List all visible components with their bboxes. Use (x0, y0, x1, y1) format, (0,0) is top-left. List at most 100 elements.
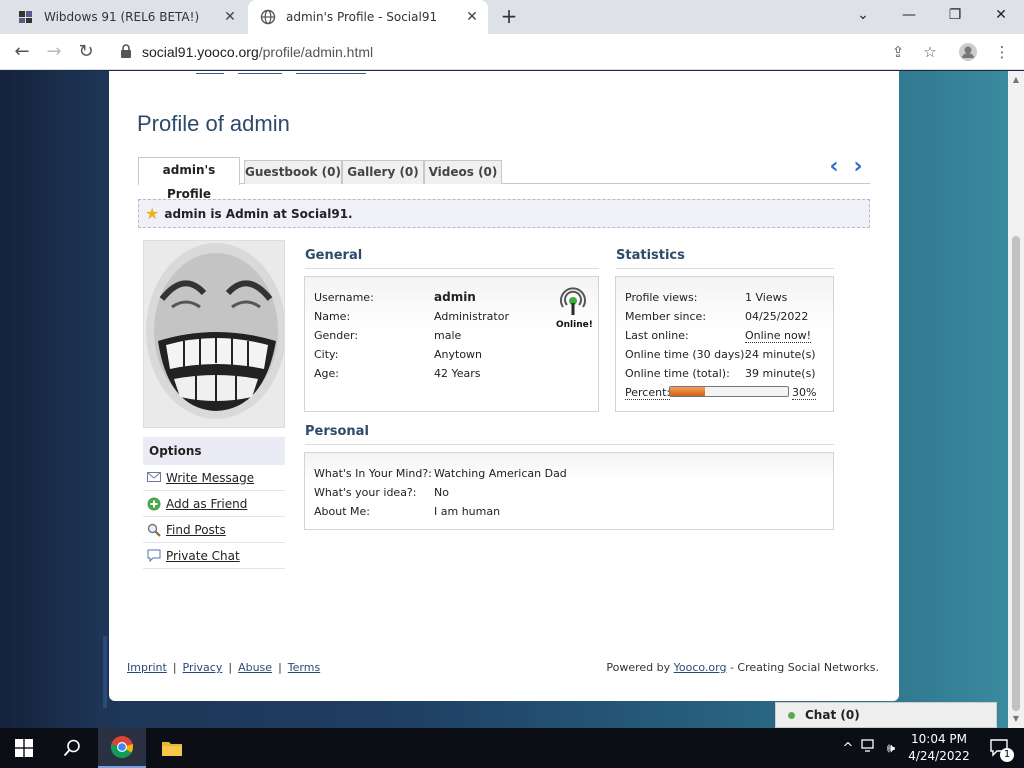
page-edge-decoration (103, 636, 107, 708)
add-friend-icon (147, 497, 161, 511)
start-button[interactable] (0, 728, 48, 768)
taskbar-clock[interactable]: 10:04 PM 4/24/2022 (906, 731, 972, 765)
statistics-title: Statistics (616, 248, 834, 269)
clock-time: 10:04 PM (911, 732, 967, 746)
previous-profile-arrow-icon[interactable]: ‹ (822, 156, 846, 179)
scroll-up-icon[interactable]: ▲ (1008, 73, 1024, 87)
close-window-button[interactable]: ✕ (978, 0, 1024, 30)
reload-button[interactable]: ↻ (74, 40, 98, 64)
lock-icon (120, 43, 134, 61)
tab-guestbook[interactable]: Guestbook (0) (244, 160, 342, 184)
tab-videos[interactable]: Videos (0) (424, 160, 502, 184)
scroll-down-icon[interactable]: ▼ (1008, 712, 1024, 726)
share-icon[interactable]: ⇪ (888, 42, 908, 62)
stats-key-views: Profile views: (625, 291, 698, 304)
personal-key-idea: What's your idea?: (314, 486, 417, 499)
notification-count-badge: 1 (1000, 748, 1014, 762)
online-label: Online! (556, 320, 593, 330)
stats-value-views: 1 Views (745, 291, 788, 304)
chat-bar[interactable]: Chat (0) (775, 702, 997, 728)
personal-box: What's In Your Mind?: Watching American … (304, 452, 834, 530)
online-signal-icon (560, 287, 586, 315)
more-menu-icon[interactable]: ⋮ (992, 42, 1012, 62)
page-scrollbar[interactable]: ▲ ▼ (1008, 71, 1024, 728)
windows-logo-icon (15, 739, 33, 757)
chrome-icon (110, 736, 133, 758)
profile-avatar-icon[interactable] (958, 42, 978, 62)
personal-key-about: About Me: (314, 505, 370, 518)
url-text: social91.yooco.org/profile/admin.html (142, 44, 374, 60)
tray-chevron-up-icon[interactable]: ^ (838, 741, 858, 756)
personal-title: Personal (305, 424, 834, 445)
browser-tab-bar: Wibdows 91 (REL6 BETA!) ✕ admin's Profil… (0, 0, 1024, 34)
magnifier-icon (147, 523, 161, 537)
online-status-badge: Online! (556, 287, 593, 330)
back-button[interactable]: ← (10, 40, 34, 64)
url-field[interactable]: social91.yooco.org/profile/admin.html (108, 38, 918, 66)
stats-percent-label: Percent: (625, 386, 671, 400)
envelope-icon (147, 471, 161, 485)
folder-icon (162, 742, 182, 756)
percent-progress-fill (670, 387, 706, 396)
tab-title: Wibdows 91 (REL6 BETA!) (44, 10, 200, 24)
search-button[interactable] (48, 728, 96, 768)
footer-link-abuse[interactable]: Abuse (238, 661, 272, 674)
tab-gallery[interactable]: Gallery (0) (342, 160, 424, 184)
chat-label: Chat (0) (805, 708, 860, 722)
notice-text: admin is Admin at Social91. (164, 206, 353, 221)
private-chat-option[interactable]: Private Chat (143, 543, 285, 569)
stats-key-online-total: Online time (total): (625, 367, 730, 380)
general-box: Username: admin Name: Administrator Gend… (304, 276, 599, 412)
footer-link-imprint[interactable]: Imprint (127, 661, 167, 674)
page-title: Profile of admin (137, 111, 290, 136)
wibdows-favicon-icon (18, 9, 34, 25)
general-value-city: Anytown (434, 348, 483, 361)
write-message-link[interactable]: Write Message (166, 471, 254, 485)
browser-tab-profile[interactable]: admin's Profile - Social91 ✕ (248, 0, 488, 34)
close-icon[interactable]: ✕ (464, 9, 480, 25)
forward-button[interactable]: → (42, 40, 66, 64)
close-icon[interactable]: ✕ (222, 9, 238, 25)
add-friend-link[interactable]: Add as Friend (166, 497, 247, 511)
taskbar-chrome[interactable] (98, 728, 146, 768)
browser-tab-wibdows[interactable]: Wibdows 91 (REL6 BETA!) ✕ (8, 0, 246, 34)
stats-value-member-since: 04/25/2022 (745, 310, 809, 323)
stats-value-online-total: 39 minute(s) (745, 367, 816, 380)
find-posts-option[interactable]: Find Posts (143, 517, 285, 543)
personal-value-mind: Watching American Dad (434, 467, 567, 480)
bookmark-star-icon[interactable]: ☆ (920, 42, 940, 62)
scrollbar-thumb[interactable] (1012, 236, 1020, 711)
volume-icon[interactable]: 🕪 (880, 741, 902, 756)
personal-value-about: I am human (434, 505, 501, 518)
restore-button[interactable]: ❐ (932, 0, 978, 30)
network-icon[interactable] (858, 739, 880, 757)
taskbar-file-explorer[interactable] (148, 728, 196, 768)
general-value-gender: male (434, 329, 462, 342)
footer-link-terms[interactable]: Terms (288, 661, 320, 674)
stats-key-online-30: Online time (30 days): (625, 348, 749, 361)
new-tab-button[interactable]: + (498, 5, 520, 27)
footer-link-privacy[interactable]: Privacy (183, 661, 223, 674)
statistics-box: Profile views: 1 Views Member since: 04/… (615, 276, 834, 412)
minimize-button[interactable]: — (886, 0, 932, 30)
personal-key-mind: What's In Your Mind?: (314, 467, 432, 480)
notifications-button[interactable]: 1 (976, 728, 1024, 768)
write-message-option[interactable]: Write Message (143, 465, 285, 491)
taskbar: ^ 🕪 10:04 PM 4/24/2022 1 (0, 728, 1024, 768)
find-posts-link[interactable]: Find Posts (166, 523, 226, 537)
options-title: Options (143, 437, 285, 465)
tab-profile[interactable]: admin's Profile (138, 157, 240, 201)
yooco-link[interactable]: Yooco.org (674, 661, 727, 674)
general-key-name: Name: (314, 310, 351, 323)
tab-search-icon[interactable]: ⌄ (840, 0, 886, 30)
private-chat-link[interactable]: Private Chat (166, 549, 240, 563)
stats-key-member-since: Member since: (625, 310, 707, 323)
percent-progress-bar (669, 386, 789, 397)
options-panel: Options Write Message Add as Friend Find… (143, 437, 285, 569)
address-bar: ← → ↻ social91.yooco.org/profile/admin.h… (0, 34, 1024, 70)
next-profile-arrow-icon[interactable]: › (846, 156, 870, 179)
tab-title: admin's Profile - Social91 (286, 10, 438, 24)
chat-status-dot-icon (788, 711, 795, 719)
add-friend-option[interactable]: Add as Friend (143, 491, 285, 517)
clock-date: 4/24/2022 (908, 749, 970, 763)
